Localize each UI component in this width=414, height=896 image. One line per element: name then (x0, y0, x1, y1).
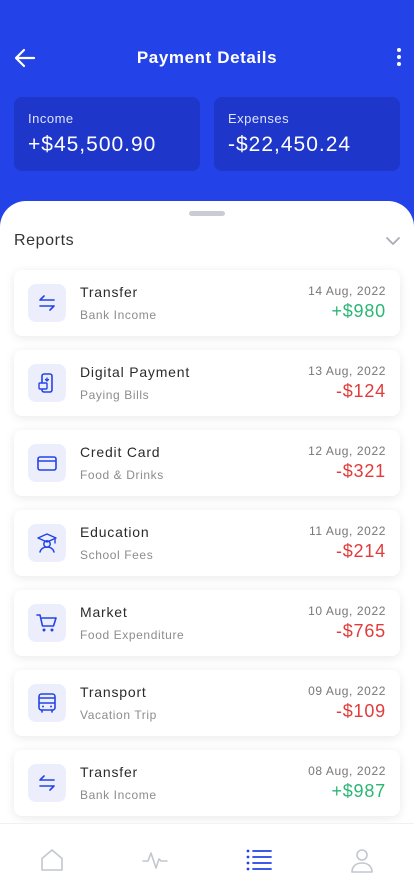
transaction-subtitle: Vacation Trip (80, 708, 157, 722)
transaction-item[interactable]: Credit Card Food & Drinks 12 Aug, 2022 -… (14, 430, 400, 496)
tab-list[interactable] (245, 846, 273, 874)
more-dot-icon (397, 62, 401, 66)
transaction-amount: -$214 (335, 541, 386, 561)
tab-profile[interactable] (348, 846, 376, 874)
bottom-tab-bar (0, 823, 414, 896)
expenses-value: -$22,450.24 (228, 133, 352, 156)
drag-handle[interactable] (189, 211, 225, 216)
transaction-item[interactable]: Education School Fees 11 Aug, 2022 -$214 (14, 510, 400, 576)
transaction-name: Credit Card (80, 444, 161, 460)
income-card[interactable]: Income +$45,500.90 (14, 97, 200, 171)
transaction-name: Transfer (80, 284, 139, 300)
transaction-item[interactable]: Transfer Bank Income 14 Aug, 2022 +$980 (14, 270, 400, 336)
transaction-subtitle: School Fees (80, 548, 154, 562)
transaction-date: 13 Aug, 2022 (308, 364, 386, 378)
transfer-icon (28, 764, 66, 802)
transaction-subtitle: Bank Income (80, 308, 157, 322)
transaction-amount: +$987 (331, 781, 386, 801)
tab-home[interactable] (38, 846, 66, 874)
transaction-amount: -$109 (335, 701, 386, 721)
transaction-item[interactable]: Digital Payment Paying Bills 13 Aug, 202… (14, 350, 400, 416)
list-icon (246, 849, 272, 871)
bus-icon (28, 684, 66, 722)
transaction-date: 09 Aug, 2022 (308, 684, 386, 698)
credit-card-icon (28, 444, 66, 482)
tab-activity[interactable] (141, 846, 169, 874)
more-options-button[interactable] (394, 44, 404, 70)
home-icon (41, 849, 63, 871)
expenses-label: Expenses (228, 111, 290, 126)
transaction-item[interactable]: Transport Vacation Trip 09 Aug, 2022 -$1… (14, 670, 400, 736)
transaction-subtitle: Food & Drinks (80, 468, 164, 482)
transaction-name: Education (80, 524, 150, 540)
income-label: Income (28, 111, 74, 126)
digital-payment-icon (28, 364, 66, 402)
expenses-card[interactable]: Expenses -$22,450.24 (214, 97, 400, 171)
reports-title: Reports (14, 232, 75, 249)
transaction-date: 11 Aug, 2022 (308, 524, 386, 538)
profile-icon (351, 849, 373, 873)
chevron-down-icon[interactable] (385, 236, 401, 246)
cart-icon (28, 604, 66, 642)
transaction-amount: +$980 (331, 301, 386, 321)
transaction-name: Market (80, 604, 128, 620)
transaction-date: 08 Aug, 2022 (308, 764, 386, 778)
transaction-amount: -$765 (335, 621, 386, 641)
transaction-name: Transfer (80, 764, 139, 780)
transaction-date: 10 Aug, 2022 (308, 604, 386, 618)
transaction-name: Digital Payment (80, 364, 191, 380)
more-dot-icon (397, 48, 401, 52)
activity-icon (142, 852, 168, 869)
transaction-amount: -$321 (335, 461, 386, 481)
transaction-subtitle: Food Expenditure (80, 628, 185, 642)
more-dot-icon (397, 55, 401, 59)
graduate-icon (28, 524, 66, 562)
transaction-item[interactable]: Market Food Expenditure 10 Aug, 2022 -$7… (14, 590, 400, 656)
reports-sheet: Reports Transfer Bank Income 14 Aug, 202… (0, 201, 414, 896)
transfer-icon (28, 284, 66, 322)
transaction-date: 12 Aug, 2022 (308, 444, 386, 458)
page-title: Payment Details (136, 48, 278, 67)
income-value: +$45,500.90 (28, 133, 157, 156)
transaction-date: 14 Aug, 2022 (308, 284, 386, 298)
transaction-amount: -$124 (335, 381, 386, 401)
transaction-name: Transport (80, 684, 147, 700)
transaction-item[interactable]: Transfer Bank Income 08 Aug, 2022 +$987 (14, 750, 400, 816)
transaction-subtitle: Bank Income (80, 788, 157, 802)
transaction-subtitle: Paying Bills (80, 388, 150, 402)
